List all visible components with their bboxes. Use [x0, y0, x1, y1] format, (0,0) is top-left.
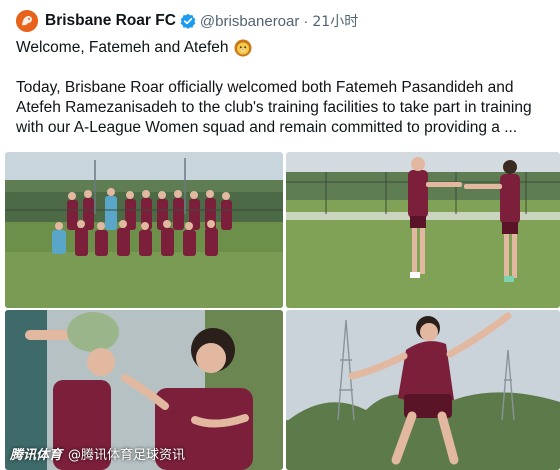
avatar[interactable] [16, 10, 38, 32]
post-headline: Welcome, Fatemeh and Atefeh [16, 38, 252, 58]
verified-badge-icon [180, 13, 196, 29]
watermark: 腾讯体育 @腾讯体育足球资讯 [10, 444, 185, 463]
player-kicking-photo[interactable] [286, 310, 560, 470]
watermark-handle: @腾讯体育足球资讯 [68, 448, 186, 463]
watermark-brand: 腾讯体育 [10, 448, 63, 463]
lion-logo-icon [16, 10, 38, 32]
account-handle[interactable]: @brisbaneroar [200, 13, 299, 30]
headline-text: Welcome, Fatemeh and Atefeh [16, 39, 229, 56]
post-header: Brisbane Roar FC @brisbaneroar · 21小时 [16, 8, 546, 34]
separator-dot: · [303, 12, 309, 30]
account-name[interactable]: Brisbane Roar FC [45, 12, 176, 30]
post-body: Today, Brisbane Roar officially welcomed… [16, 79, 532, 136]
post-timestamp[interactable]: 21小时 [312, 11, 358, 31]
lion-face-emoji-icon [234, 39, 252, 57]
team-group-photo[interactable] [5, 152, 283, 308]
players-handshake-photo[interactable] [286, 152, 560, 308]
media-grid [5, 152, 560, 470]
